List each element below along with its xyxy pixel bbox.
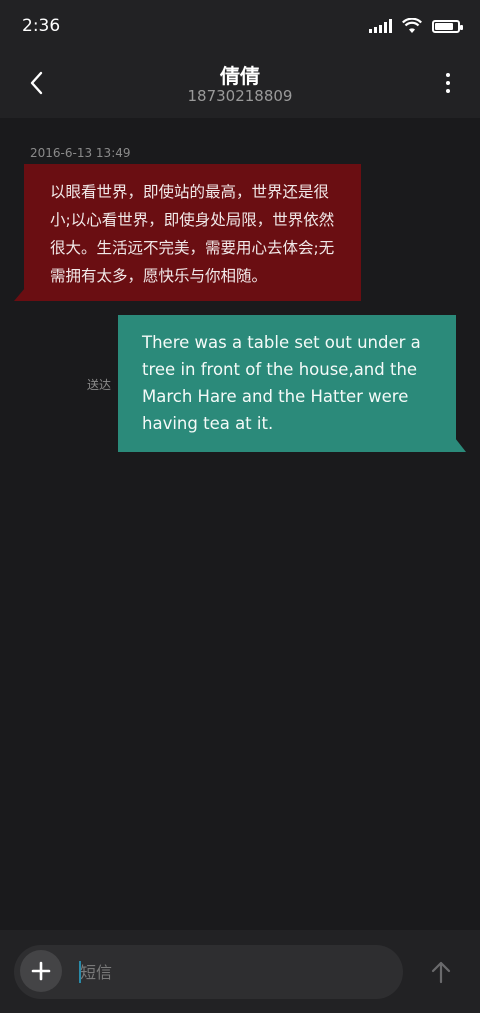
incoming-message-bubble[interactable]: 以眼看世界，即使站的最高，世界还是很小;以心看世界，即使身处局限，世界依然很大。…	[24, 164, 361, 301]
more-vertical-icon	[446, 73, 450, 77]
status-bar: 2:36	[0, 0, 480, 52]
send-button[interactable]	[426, 956, 456, 988]
contact-number: 18730218809	[187, 87, 293, 105]
conversation-header: 倩倩 18730218809	[0, 52, 480, 118]
outgoing-bubble-tail	[455, 438, 466, 452]
contact-name: 倩倩	[220, 64, 260, 88]
message-timestamp: 2016-6-13 13:49	[30, 146, 131, 160]
status-icons	[369, 16, 463, 36]
outgoing-message-bubble[interactable]: There was a table set out under a tree i…	[118, 315, 456, 452]
wifi-icon	[402, 18, 422, 33]
status-time: 2:36	[22, 16, 61, 36]
text-cursor	[79, 961, 81, 983]
battery-icon	[432, 19, 463, 33]
delivered-status: 送达	[87, 378, 112, 392]
add-attachment-button[interactable]	[20, 950, 62, 992]
plus-icon	[31, 961, 51, 981]
incoming-bubble-tail	[14, 288, 25, 301]
message-input[interactable]	[80, 957, 380, 987]
arrow-up-icon	[431, 961, 451, 984]
signal-icon	[369, 19, 392, 33]
more-options-button[interactable]	[438, 68, 458, 98]
